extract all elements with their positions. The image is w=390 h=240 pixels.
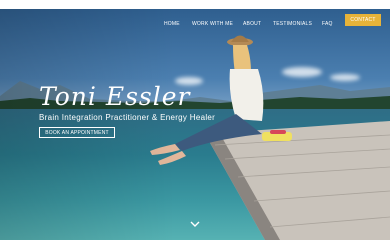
nav-about[interactable]: About [243, 21, 261, 27]
main-nav: Home Work With Me About Testimonials FAQ [0, 18, 390, 34]
book-appointment-button[interactable]: Book an Appointment [39, 127, 115, 138]
hero-image [0, 9, 390, 240]
site-title: Toni Essler [39, 82, 191, 111]
nav-testimonials[interactable]: Testimonials [273, 21, 312, 27]
nav-work-with-me[interactable]: Work With Me [192, 21, 233, 27]
tagline: Brain Integration Practitioner & Energy … [39, 113, 216, 122]
nav-home[interactable]: Home [164, 21, 180, 27]
hero-overlay [0, 9, 390, 240]
nav-faq[interactable]: FAQ [322, 21, 333, 27]
chevron-down-icon[interactable] [190, 220, 200, 228]
top-bar [0, 0, 390, 9]
contact-button[interactable]: Contact [345, 14, 381, 26]
